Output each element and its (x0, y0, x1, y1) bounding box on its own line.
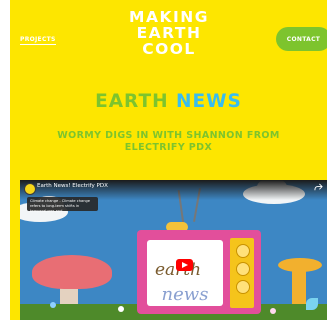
yellow-tree-top (278, 258, 322, 272)
info-tooltip: Climate change - Climate change refers t… (27, 197, 98, 213)
tv-dial-icon (236, 280, 250, 294)
title-word-earth: EARTH (95, 91, 169, 112)
contact-button[interactable]: CONTACT (276, 27, 327, 51)
page-subtitle: WORMY DIGS IN WITH SHANNON FROM ELECTRIF… (57, 130, 280, 153)
play-button-icon[interactable] (176, 259, 193, 271)
title-word-news: NEWS (176, 91, 242, 112)
nav-link-projects[interactable]: PROJECTS (20, 36, 56, 45)
page-title: EARTH NEWS (10, 92, 327, 112)
mushroom-cap (32, 255, 112, 289)
logo-line-1: MAKING (129, 8, 209, 26)
tv-dial-icon (236, 262, 250, 276)
butterfly-icon (306, 298, 318, 310)
logo-line-3: COOL (142, 40, 196, 58)
flower-decoration (50, 302, 56, 308)
screen-word-news: news (161, 284, 209, 305)
tv-dial-icon (236, 244, 250, 258)
tv-control-panel (230, 238, 254, 308)
flower-decoration (270, 308, 276, 314)
site-logo[interactable]: MAKING EARTH COOL (117, 9, 221, 57)
video-title[interactable]: Earth News! Electrify PDX (37, 183, 108, 190)
video-player[interactable]: earth news Earth News! Electrify PDX Cli… (20, 180, 327, 320)
page-background: PROJECTS MAKING EARTH COOL CONTACT EARTH… (10, 0, 327, 320)
channel-avatar[interactable] (24, 183, 36, 195)
flower-decoration (118, 306, 124, 312)
share-icon[interactable] (314, 183, 323, 192)
logo-line-2: EARTH (136, 24, 202, 42)
